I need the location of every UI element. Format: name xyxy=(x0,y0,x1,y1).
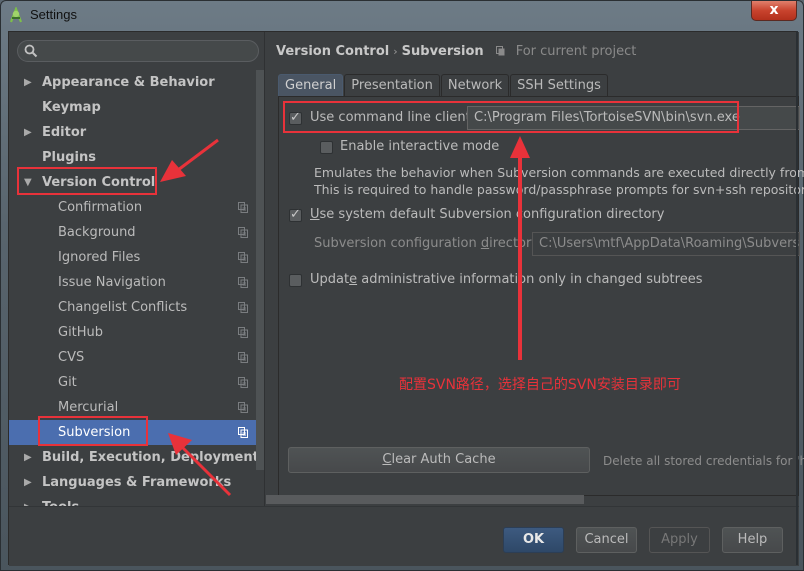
interactive-mode-description-2: This is required to handle password/pass… xyxy=(314,182,804,197)
general-tab-panel: ✓ Use command line client: C:\Program Fi… xyxy=(278,96,804,496)
chevron-right-icon[interactable]: ▶ xyxy=(24,495,32,506)
help-button[interactable]: Help xyxy=(722,527,783,553)
project-scope-icon xyxy=(238,352,248,363)
sidebar-item-ignored-files[interactable]: Ignored Files xyxy=(9,245,256,270)
breadcrumb-current: Subversion xyxy=(401,44,484,59)
breadcrumb-separator: › xyxy=(393,45,398,58)
sidebar-item-label: Editor xyxy=(42,125,87,140)
use-system-default-config-label: Use system default Subversion configurat… xyxy=(310,207,665,222)
search-input[interactable] xyxy=(17,40,259,62)
dialog-footer: OK Cancel Apply Help xyxy=(9,506,799,566)
clear-auth-cache-description: Delete all stored credentials for 'http'… xyxy=(603,454,804,468)
android-studio-icon xyxy=(9,7,23,23)
project-scope-icon xyxy=(238,277,248,288)
scope-label: For current project xyxy=(515,44,637,59)
project-scope-icon xyxy=(238,427,248,438)
chevron-right-icon[interactable]: ▶ xyxy=(24,470,32,495)
cancel-button[interactable]: Cancel xyxy=(576,527,637,553)
enable-interactive-mode-checkbox[interactable] xyxy=(320,141,333,154)
project-scope-icon xyxy=(238,302,248,313)
sidebar-item-background[interactable]: Background xyxy=(9,220,256,245)
apply-button[interactable]: Apply xyxy=(649,527,710,553)
interactive-mode-description-1: Emulates the behavior when Subversion co… xyxy=(314,165,804,180)
sidebar-item-tools[interactable]: ▶ Tools xyxy=(9,495,256,506)
sidebar-scrollbar[interactable] xyxy=(256,70,264,470)
sidebar-item-label: Ignored Files xyxy=(58,250,141,265)
sidebar-item-editor[interactable]: ▶ Editor xyxy=(9,120,256,145)
update-admin-info-checkbox[interactable] xyxy=(289,274,302,287)
clear-auth-cache-button[interactable]: Clear Auth Cache xyxy=(288,447,590,473)
project-scope-icon xyxy=(496,46,505,56)
tab-general[interactable]: General xyxy=(278,74,344,96)
sidebar-item-label: GitHub xyxy=(58,325,104,340)
sidebar-item-label: Git xyxy=(58,375,77,390)
sidebar-item-label: Appearance & Behavior xyxy=(42,75,215,90)
project-scope-icon xyxy=(238,252,248,263)
sidebar-item-label: Keymap xyxy=(42,100,101,115)
tab-bar: General Presentation Network SSH Setting… xyxy=(278,74,609,96)
project-scope-icon xyxy=(238,327,248,338)
tab-presentation[interactable]: Presentation xyxy=(344,74,440,96)
sidebar-item-git[interactable]: Git xyxy=(9,370,256,395)
window-edge xyxy=(796,31,798,565)
chevron-right-icon[interactable]: ▶ xyxy=(24,70,32,95)
chevron-right-icon[interactable]: ▶ xyxy=(24,120,32,145)
config-directory-field[interactable]: C:\Users\mtf\AppData\Roaming\Subversion xyxy=(532,232,800,256)
content-horizontal-scrollbar[interactable] xyxy=(266,495,584,504)
sidebar-item-confirmation[interactable]: Confirmation xyxy=(9,195,256,220)
sidebar-item-label: Background xyxy=(58,225,136,240)
sidebar-item-languages-frameworks[interactable]: ▶ Languages & Frameworks xyxy=(9,470,256,495)
sidebar-item-build-execution-deployment[interactable]: ▶ Build, Execution, Deployment xyxy=(9,445,259,470)
settings-window: Settings x ▶ Appearance & Behavior Keymap ▶… xyxy=(0,0,804,571)
project-scope-icon xyxy=(238,202,248,213)
breadcrumb: Version Control › Subversion For current p… xyxy=(276,44,636,59)
use-system-default-config-checkbox[interactable]: ✓ xyxy=(289,207,302,222)
sidebar-item-label: Tools xyxy=(42,495,79,506)
config-directory-label: Subversion configuration directory: xyxy=(314,236,543,251)
checkmark-icon: ✓ xyxy=(290,207,301,222)
sidebar-item-issue-navigation[interactable]: Issue Navigation xyxy=(9,270,256,295)
annotation-box-version-control xyxy=(17,167,157,195)
search-icon xyxy=(24,44,38,58)
annotation-box-command-line-client xyxy=(283,101,739,133)
project-scope-icon xyxy=(238,227,248,238)
close-button[interactable]: x xyxy=(751,1,797,21)
sidebar-item-changelist-conflicts[interactable]: Changelist Conflicts xyxy=(9,295,256,320)
enable-interactive-mode-label: Enable interactive mode xyxy=(340,139,500,154)
tab-ssh-settings[interactable]: SSH Settings xyxy=(510,74,608,96)
sidebar-item-label: Build, Execution, Deployment xyxy=(42,450,259,465)
sidebar-item-cvs[interactable]: CVS xyxy=(9,345,256,370)
close-icon: x xyxy=(769,2,779,18)
sidebar-item-label: Confirmation xyxy=(58,200,143,215)
sidebar-item-label: Issue Navigation xyxy=(58,275,166,290)
title-bar: Settings x xyxy=(1,1,803,31)
annotation-box-subversion xyxy=(38,416,148,446)
ok-button[interactable]: OK xyxy=(503,527,564,553)
project-scope-icon xyxy=(238,402,248,413)
annotation-text: 配置SVN路径，选择自己的SVN安装目录即可 xyxy=(399,377,681,393)
sidebar-item-label: Changelist Conflicts xyxy=(58,300,188,315)
sidebar-item-label: Languages & Frameworks xyxy=(42,475,232,490)
tab-network[interactable]: Network xyxy=(440,74,510,96)
breadcrumb-parent[interactable]: Version Control xyxy=(276,44,389,59)
window-title: Settings xyxy=(30,7,77,22)
sidebar-item-label: CVS xyxy=(58,350,85,365)
project-scope-icon xyxy=(238,377,248,388)
update-admin-info-label: Update administrative information only i… xyxy=(310,272,703,287)
sidebar-item-appearance-behavior[interactable]: ▶ Appearance & Behavior xyxy=(9,70,256,95)
sidebar-item-keymap[interactable]: Keymap xyxy=(9,95,256,120)
chevron-right-icon[interactable]: ▶ xyxy=(24,445,32,470)
sidebar-item-github[interactable]: GitHub xyxy=(9,320,256,345)
